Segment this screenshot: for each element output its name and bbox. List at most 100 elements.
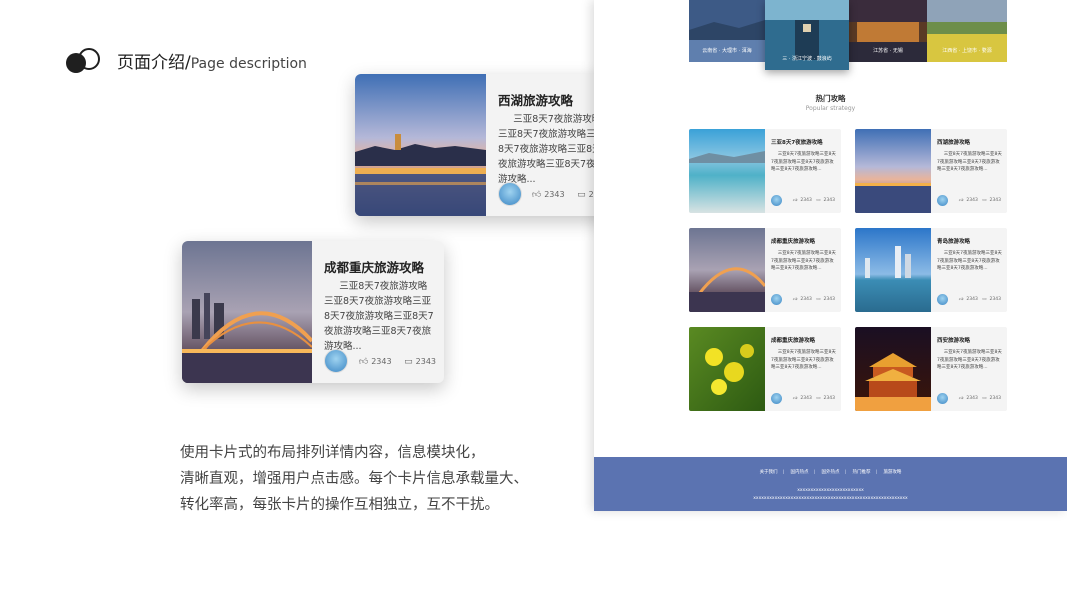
card-title: 青岛旅游攻略 xyxy=(937,239,971,245)
strategy-card[interactable]: 青岛旅游攻略 三亚8天7夜旅游攻略三亚8天7夜旅游攻略三亚8天7夜旅游攻略三亚8… xyxy=(855,228,1007,312)
comment-icon[interactable]: ▭ xyxy=(404,357,413,367)
strategy-card[interactable]: 成都重庆旅游攻略 三亚8天7夜旅游攻略三亚8天7夜旅游攻略三亚8天7夜旅游攻略三… xyxy=(689,327,841,411)
avatar[interactable] xyxy=(771,195,782,206)
card-title: 三亚8天7夜旅游攻略 xyxy=(771,140,823,146)
comment-icon[interactable]: ▭ xyxy=(577,190,586,200)
card-body: 三亚8天7夜旅游攻略三亚8天7夜旅游攻略三亚8天7夜旅游攻略三亚8天7夜旅游攻略… xyxy=(771,251,836,272)
strategy-card[interactable]: 西湖旅游攻略 三亚8天7夜旅游攻略三亚8天7夜旅游攻略三亚8天7夜旅游攻略三亚8… xyxy=(855,129,1007,213)
card-image xyxy=(689,327,765,411)
comment-count: 2343 xyxy=(823,297,835,302)
like-count: 2343 xyxy=(966,297,978,302)
like-count: 2343 xyxy=(800,396,812,401)
card-title: 西湖旅游攻略 xyxy=(498,93,574,108)
section-subtitle: Popular strategy xyxy=(805,105,856,112)
card-body: 三亚8天7夜旅游攻略三亚8天7夜旅游攻略三亚8天7夜旅游攻略三亚8天7夜旅游攻略… xyxy=(324,281,434,352)
banner-caption: 三 · 浙江宁波 · 鼓浪屿 xyxy=(782,56,832,62)
card-meta: 👍︎2343 ▭2343 xyxy=(956,396,1001,401)
banner-slide[interactable]: 江西省 · 上饶市 · 婺源 xyxy=(927,0,1007,62)
banner-slide[interactable]: 江苏省 · 无锡 xyxy=(849,0,927,62)
comment-count: 2343 xyxy=(989,396,1001,401)
card-body: 三亚8天7夜旅游攻略三亚8天7夜旅游攻略三亚8天7夜旅游攻略三亚8天7夜旅游攻略… xyxy=(937,152,1002,173)
thumbs-up-icon[interactable]: 👍︎ xyxy=(959,396,964,401)
like-count: 2343 xyxy=(800,198,812,203)
avatar[interactable] xyxy=(937,393,948,404)
description-line: 清晰直观，增强用户点击感。每个卡片信息承载量大、 xyxy=(180,471,528,487)
comment-count: 2343 xyxy=(415,357,436,366)
card-text: 成都重庆旅游攻略 三亚8天7夜旅游攻略三亚8天7夜旅游攻略三亚8天7夜旅游攻略三… xyxy=(312,241,444,383)
card-title: 成都重庆旅游攻略 xyxy=(771,338,816,344)
comment-count: 2343 xyxy=(823,198,835,203)
thumbs-up-icon[interactable]: 👍︎ xyxy=(532,190,541,200)
card-image xyxy=(355,74,486,216)
card-meta: 👍︎2343 ▭2343 xyxy=(790,396,835,401)
footer: 关于我们 | 国内热点 | 国外热点 | 热门推荐 | 旅游攻略 xxxxxxxxxxx… xyxy=(594,457,1067,511)
avatar[interactable] xyxy=(937,294,948,305)
footer-link-about[interactable]: 关于我们 xyxy=(760,470,778,475)
comment-icon[interactable]: ▭ xyxy=(816,297,820,302)
footer-link-domestic[interactable]: 国内热点 xyxy=(791,470,809,475)
like-count: 2343 xyxy=(966,396,978,401)
avatar[interactable] xyxy=(324,349,348,373)
card-image xyxy=(689,228,765,312)
avatar[interactable] xyxy=(498,182,522,206)
comment-icon[interactable]: ▭ xyxy=(982,297,986,302)
card-body: 三亚8天7夜旅游攻略三亚8天7夜旅游攻略三亚8天7夜旅游攻略三亚8天7夜旅游攻略… xyxy=(771,350,836,371)
page-title: 页面介绍/Page description xyxy=(117,48,307,73)
card-body: 三亚8天7夜旅游攻略三亚8天7夜旅游攻略三亚8天7夜旅游攻略三亚8天7夜旅游攻略… xyxy=(937,251,1002,272)
page-title-en: Page description xyxy=(190,56,307,72)
avatar[interactable] xyxy=(937,195,948,206)
card-image xyxy=(182,241,312,383)
avatar[interactable] xyxy=(771,294,782,305)
card-body: 三亚8天7夜旅游攻略三亚8天7夜旅游攻略三亚8天7夜旅游攻略三亚8天7夜旅游攻略… xyxy=(937,350,1002,371)
strategy-card[interactable]: 成都重庆旅游攻略 三亚8天7夜旅游攻略三亚8天7夜旅游攻略三亚8天7夜旅游攻略三… xyxy=(689,228,841,312)
featured-card-xihu[interactable]: 西湖旅游攻略 三亚8天7夜旅游攻略三亚8天7夜旅游攻略三亚8天7夜旅游攻略三亚8… xyxy=(355,74,617,216)
footer-info-line: xxxxxxxxxxxxxxxxxxxxxxxxx xyxy=(797,488,864,493)
card-meta: 👍︎2343 ▭2343 xyxy=(956,297,1001,302)
section-title: 热门攻略 xyxy=(815,94,846,103)
banner-carousel[interactable]: 云南省 · 大理市 · 洱海 三 · 浙江宁波 · 鼓浪屿 江苏省 · 无锡 江… xyxy=(689,0,1007,70)
description: 使用卡片式的布局排列详情内容，信息模块化， 清晰直观，增强用户点击感。每个卡片信… xyxy=(180,440,528,518)
comment-count: 2343 xyxy=(989,297,1001,302)
description-line: 转化率高，每张卡片的操作互相独立，互不干扰。 xyxy=(180,497,499,513)
comment-count: 2343 xyxy=(989,198,1001,203)
card-image xyxy=(855,129,931,213)
like-count: 2343 xyxy=(966,198,978,203)
banner-caption: 云南省 · 大理市 · 洱海 xyxy=(702,48,752,54)
card-meta: 👍︎2343 ▭2343 xyxy=(790,297,835,302)
card-meta: 👍︎2343 ▭2343 xyxy=(790,198,835,203)
card-meta: 👍︎2343 ▭2343 xyxy=(956,198,1001,203)
card-image xyxy=(855,327,931,411)
banner-caption: 江苏省 · 无锡 xyxy=(873,48,903,54)
banner-slide[interactable]: 云南省 · 大理市 · 洱海 xyxy=(689,0,765,62)
featured-card-chengdu[interactable]: 成都重庆旅游攻略 三亚8天7夜旅游攻略三亚8天7夜旅游攻略三亚8天7夜旅游攻略三… xyxy=(182,241,444,383)
banner-slide-active[interactable]: 三 · 浙江宁波 · 鼓浪屿 xyxy=(765,0,849,70)
page-title-cn: 页面介绍/ xyxy=(117,53,191,73)
thumbs-up-icon[interactable]: 👍︎ xyxy=(959,297,964,302)
comment-icon[interactable]: ▭ xyxy=(982,396,986,401)
card-title: 成都重庆旅游攻略 xyxy=(771,239,816,245)
comment-icon[interactable]: ▭ xyxy=(816,198,820,203)
description-line: 使用卡片式的布局排列详情内容，信息模块化， xyxy=(180,445,485,461)
thumbs-up-icon[interactable]: 👍︎ xyxy=(793,396,798,401)
footer-nav: 关于我们 | 国内热点 | 国外热点 | 热门推荐 | 旅游攻略 xyxy=(759,470,902,475)
footer-link-recommend[interactable]: 热门推荐 xyxy=(852,470,870,475)
strategy-card[interactable]: 三亚8天7夜旅游攻略 三亚8天7夜旅游攻略三亚8天7夜旅游攻略三亚8天7夜旅游攻… xyxy=(689,129,841,213)
overlapping-circles-logo xyxy=(66,48,102,74)
thumbs-up-icon[interactable]: 👍︎ xyxy=(793,297,798,302)
card-body: 三亚8天7夜旅游攻略三亚8天7夜旅游攻略三亚8天7夜旅游攻略三亚8天7夜旅游攻略… xyxy=(498,114,608,185)
comment-icon[interactable]: ▭ xyxy=(816,396,820,401)
footer-link-abroad[interactable]: 国外热点 xyxy=(822,470,840,475)
like-count: 2343 xyxy=(371,357,392,366)
thumbs-up-icon[interactable]: 👍︎ xyxy=(793,198,798,203)
footer-link-strategy[interactable]: 旅游攻略 xyxy=(883,470,901,475)
like-count: 2343 xyxy=(544,190,565,199)
thumbs-up-icon[interactable]: 👍︎ xyxy=(359,357,368,367)
thumbs-up-icon[interactable]: 👍︎ xyxy=(959,198,964,203)
card-image xyxy=(689,129,765,213)
avatar[interactable] xyxy=(771,393,782,404)
card-title: 西安旅游攻略 xyxy=(937,338,971,344)
comment-count: 2343 xyxy=(823,396,835,401)
banner-caption: 江西省 · 上饶市 · 婺源 xyxy=(942,48,992,54)
comment-icon[interactable]: ▭ xyxy=(982,198,986,203)
strategy-card[interactable]: 西安旅游攻略 三亚8天7夜旅游攻略三亚8天7夜旅游攻略三亚8天7夜旅游攻略三亚8… xyxy=(855,327,1007,411)
